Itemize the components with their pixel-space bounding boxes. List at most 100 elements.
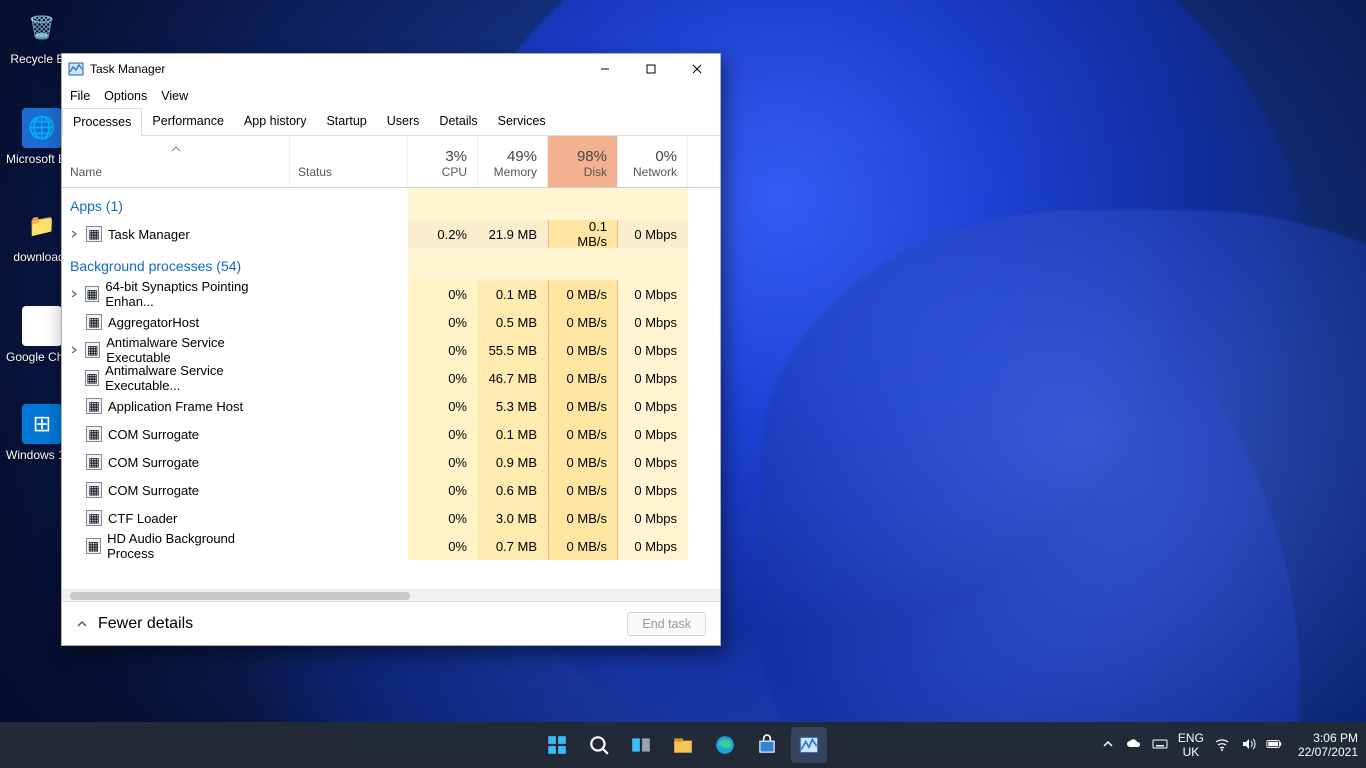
taskbar-search[interactable] — [581, 727, 617, 763]
taskbar-file-explorer[interactable] — [665, 727, 701, 763]
process-row[interactable]: ▦AggregatorHost0%0.5 MB0 MB/s0 Mbps — [62, 308, 720, 336]
column-disk[interactable]: 98% Disk — [548, 136, 618, 187]
process-row[interactable]: ▦COM Surrogate0%0.9 MB0 MB/s0 Mbps — [62, 448, 720, 476]
cell-cpu: 0% — [408, 420, 478, 448]
pad — [408, 248, 478, 280]
cell-name: ▦Antimalware Service Executable — [62, 336, 290, 364]
tab-startup[interactable]: Startup — [316, 108, 376, 135]
taskbar-edge[interactable] — [707, 727, 743, 763]
fewer-details-link[interactable]: Fewer details — [98, 615, 193, 633]
process-name: COM Surrogate — [108, 427, 199, 442]
close-button[interactable] — [674, 54, 720, 84]
collapse-icon[interactable] — [76, 615, 88, 633]
keyboard-icon[interactable] — [1152, 736, 1168, 755]
maximize-button[interactable] — [628, 54, 674, 84]
process-row[interactable]: ▦COM Surrogate0%0.1 MB0 MB/s0 Mbps — [62, 420, 720, 448]
tab-processes[interactable]: Processes — [62, 108, 142, 136]
menu-options[interactable]: Options — [104, 89, 147, 103]
process-row[interactable]: ▦Antimalware Service Executable0%55.5 MB… — [62, 336, 720, 364]
pad — [548, 248, 618, 280]
taskbar-task-view[interactable] — [623, 727, 659, 763]
wifi-icon[interactable] — [1214, 736, 1230, 755]
expand-chevron-icon[interactable] — [70, 227, 80, 242]
cell-status — [290, 476, 408, 504]
cell-disk: 0 MB/s — [548, 336, 618, 364]
cell-cpu: 0% — [408, 364, 478, 392]
cell-disk: 0 MB/s — [548, 476, 618, 504]
column-header: Name Status 3% CPU 49% Memory 98% Disk 0… — [62, 136, 720, 188]
process-name: COM Surrogate — [108, 455, 199, 470]
app-icon: 📁 — [22, 206, 62, 246]
cell-network: 0 Mbps — [618, 364, 688, 392]
end-task-button[interactable]: End task — [627, 612, 706, 636]
sort-indicator-icon — [171, 140, 181, 155]
process-icon: ▦ — [86, 482, 102, 498]
process-name: Task Manager — [108, 227, 190, 242]
process-icon: ▦ — [85, 286, 99, 302]
cell-network: 0 Mbps — [618, 504, 688, 532]
cell-name: ▦64-bit Synaptics Pointing Enhan... — [62, 280, 290, 308]
tab-services[interactable]: Services — [488, 108, 556, 135]
process-group[interactable]: Background processes (54) — [62, 248, 408, 280]
cell-network: 0 Mbps — [618, 392, 688, 420]
cell-memory: 3.0 MB — [478, 504, 548, 532]
process-row[interactable]: ▦Application Frame Host0%5.3 MB0 MB/s0 M… — [62, 392, 720, 420]
network-percent: 0% — [626, 148, 677, 165]
cell-cpu: 0% — [408, 476, 478, 504]
language-indicator[interactable]: ENG UK — [1178, 731, 1204, 759]
column-memory[interactable]: 49% Memory — [478, 136, 548, 187]
titlebar[interactable]: Task Manager — [62, 54, 720, 84]
task-manager-window[interactable]: Task Manager File Options View ProcessesPe… — [61, 53, 721, 646]
menu-file[interactable]: File — [70, 89, 90, 103]
volume-icon[interactable] — [1240, 736, 1256, 755]
scroll-thumb[interactable] — [70, 592, 410, 600]
cell-status — [290, 308, 408, 336]
process-row[interactable]: ▦Task Manager0.2%21.9 MB0.1 MB/s0 Mbps — [62, 220, 720, 248]
process-row[interactable]: ▦COM Surrogate0%0.6 MB0 MB/s0 Mbps — [62, 476, 720, 504]
cell-status — [290, 280, 408, 308]
memory-percent: 49% — [486, 148, 537, 165]
footer-bar: Fewer details End task — [62, 601, 720, 645]
taskbar: ENG UK 3:06 PM 22/07/2021 — [0, 722, 1366, 768]
taskbar-start[interactable] — [539, 727, 575, 763]
process-group[interactable]: Apps (1) — [62, 188, 408, 220]
horizontal-scrollbar[interactable] — [62, 589, 720, 601]
cell-name: ▦Application Frame Host — [62, 392, 290, 420]
tab-performance[interactable]: Performance — [142, 108, 234, 135]
cell-disk: 0 MB/s — [548, 364, 618, 392]
process-row[interactable]: ▦CTF Loader0%3.0 MB0 MB/s0 Mbps — [62, 504, 720, 532]
expand-chevron-icon[interactable] — [70, 343, 79, 358]
minimize-button[interactable] — [582, 54, 628, 84]
onedrive-icon[interactable] — [1126, 736, 1142, 755]
process-icon: ▦ — [86, 538, 101, 554]
cell-network: 0 Mbps — [618, 220, 688, 248]
tab-details[interactable]: Details — [429, 108, 487, 135]
process-icon: ▦ — [86, 314, 102, 330]
cell-name: ▦Task Manager — [62, 220, 290, 248]
cell-disk: 0 MB/s — [548, 532, 618, 560]
process-row[interactable]: ▦HD Audio Background Process0%0.7 MB0 MB… — [62, 532, 720, 560]
tray-overflow-icon[interactable] — [1100, 736, 1116, 755]
column-network[interactable]: 0% Network — [618, 136, 688, 187]
battery-icon[interactable] — [1266, 736, 1282, 755]
tab-users[interactable]: Users — [377, 108, 430, 135]
lang-top: ENG — [1178, 731, 1204, 745]
expand-chevron-icon[interactable] — [70, 287, 79, 302]
cell-network: 0 Mbps — [618, 476, 688, 504]
process-list[interactable]: Apps (1)▦Task Manager0.2%21.9 MB0.1 MB/s… — [62, 188, 720, 589]
column-name[interactable]: Name — [62, 136, 290, 187]
cell-memory: 0.7 MB — [478, 532, 548, 560]
tab-app-history[interactable]: App history — [234, 108, 317, 135]
process-name: HD Audio Background Process — [107, 531, 279, 561]
clock[interactable]: 3:06 PM 22/07/2021 — [1292, 731, 1358, 759]
column-cpu[interactable]: 3% CPU — [408, 136, 478, 187]
cell-cpu: 0% — [408, 448, 478, 476]
column-status[interactable]: Status — [290, 136, 408, 187]
cell-network: 0 Mbps — [618, 448, 688, 476]
taskbar-store[interactable] — [749, 727, 785, 763]
cell-status — [290, 532, 408, 560]
process-row[interactable]: ▦64-bit Synaptics Pointing Enhan...0%0.1… — [62, 280, 720, 308]
taskbar-task-manager[interactable] — [791, 727, 827, 763]
menu-view[interactable]: View — [161, 89, 188, 103]
process-row[interactable]: ▦Antimalware Service Executable...0%46.7… — [62, 364, 720, 392]
